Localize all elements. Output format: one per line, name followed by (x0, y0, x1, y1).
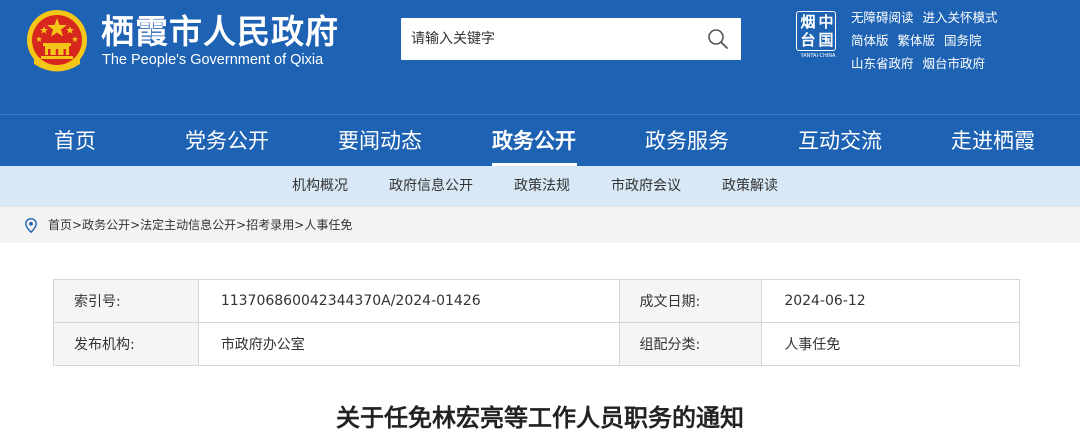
logo-char: 中 (818, 13, 834, 31)
logo-char: 烟 (800, 13, 816, 31)
shandong-gov-link[interactable]: 山东省政府 (851, 56, 914, 71)
top-links-row: 山东省政府 烟台市政府 (851, 55, 1071, 78)
document-meta-table: 索引号: 113706860042344370A/2024-01426 成文日期… (53, 279, 1020, 366)
date-value: 2024-06-12 (761, 279, 1020, 323)
breadcrumb-item[interactable]: 政务公开 (82, 218, 130, 232)
traditional-link[interactable]: 繁体版 (898, 33, 936, 48)
breadcrumb-separator: > (294, 218, 305, 232)
breadcrumb-item[interactable]: 人事任免 (304, 218, 352, 232)
logo-characters: 烟 中 台 国 (799, 13, 835, 49)
care-mode-link[interactable]: 进入关怀模式 (923, 10, 998, 25)
breadcrumb-item[interactable]: 首页 (48, 218, 72, 232)
subnav-item-org[interactable]: 机构概况 (292, 166, 348, 206)
subnav-item-info-disclosure[interactable]: 政府信息公开 (389, 166, 473, 206)
breadcrumb-item[interactable]: 法定主动信息公开 (140, 218, 236, 232)
index-number-value: 113706860042344370A/2024-01426 (197, 279, 620, 323)
site-subtitle-en: The People's Government of Qixia (102, 52, 324, 68)
sub-nav: 机构概况 政府信息公开 政策法规 市政府会议 政策解读 (0, 166, 1080, 206)
logo-char: 国 (818, 31, 834, 49)
table-row: 索引号: 113706860042344370A/2024-01426 成文日期… (53, 279, 1020, 323)
nav-item-party-affairs[interactable]: 党务公开 (185, 115, 269, 167)
publisher-value: 市政府办公室 (197, 322, 620, 366)
breadcrumb-separator: > (130, 218, 141, 232)
main-nav: 首页 党务公开 要闻动态 政务公开 政务服务 互动交流 走进栖霞 (0, 114, 1080, 167)
accessible-reading-link[interactable]: 无障碍阅读 (851, 10, 914, 25)
date-label: 成文日期: (618, 279, 763, 323)
simplified-link[interactable]: 简体版 (851, 33, 889, 48)
top-links: 无障碍阅读 进入关怀模式 简体版 繁体版 国务院 山东省政府 烟台市政府 (851, 9, 1071, 78)
top-links-row: 简体版 繁体版 国务院 (851, 32, 1071, 55)
subnav-item-meetings[interactable]: 市政府会议 (611, 166, 681, 206)
logo-char: 台 (800, 31, 816, 49)
breadcrumb-separator: > (236, 218, 247, 232)
site-header: 栖霞市人民政府 The People's Government of Qixia… (0, 0, 1080, 114)
subnav-item-interpretation[interactable]: 政策解读 (722, 166, 778, 206)
category-label: 组配分类: (618, 322, 763, 366)
logo-subtitle: YANTAI·CHINA (800, 53, 836, 59)
search-icon[interactable] (705, 26, 731, 52)
nav-item-news[interactable]: 要闻动态 (338, 115, 422, 167)
nav-item-interaction[interactable]: 互动交流 (798, 115, 882, 167)
top-links-row: 无障碍阅读 进入关怀模式 (851, 9, 1071, 32)
site-title[interactable]: 栖霞市人民政府 (101, 10, 339, 54)
search-input[interactable] (401, 18, 691, 60)
subnav-item-policies[interactable]: 政策法规 (514, 166, 570, 206)
location-pin-icon (25, 218, 37, 233)
index-number-label: 索引号: (53, 279, 199, 323)
table-row: 发布机构: 市政府办公室 组配分类: 人事任免 (53, 322, 1020, 366)
search-box (401, 18, 741, 60)
nav-item-home[interactable]: 首页 (54, 115, 96, 167)
breadcrumb-separator: > (72, 218, 83, 232)
breadcrumb-item[interactable]: 招考录用 (246, 218, 294, 232)
national-emblem-icon[interactable] (24, 9, 90, 73)
nav-item-gov-services[interactable]: 政务服务 (645, 115, 729, 167)
nav-item-gov-affairs[interactable]: 政务公开 (492, 115, 576, 167)
yantai-gov-link[interactable]: 烟台市政府 (923, 56, 986, 71)
state-council-link[interactable]: 国务院 (944, 33, 982, 48)
nav-item-about-qixia[interactable]: 走进栖霞 (951, 115, 1035, 167)
breadcrumb: 首页>政务公开>法定主动信息公开>招考录用>人事任免 (48, 207, 352, 244)
article-title: 关于任免林宏亮等工作人员职务的通知 (336, 404, 744, 432)
yantai-china-logo: 烟 中 台 国 YANTAI·CHINA (796, 11, 838, 63)
category-value: 人事任免 (761, 322, 1020, 366)
breadcrumb-bar: 首页>政务公开>法定主动信息公开>招考录用>人事任免 (0, 206, 1080, 243)
publisher-label: 发布机构: (53, 322, 199, 366)
